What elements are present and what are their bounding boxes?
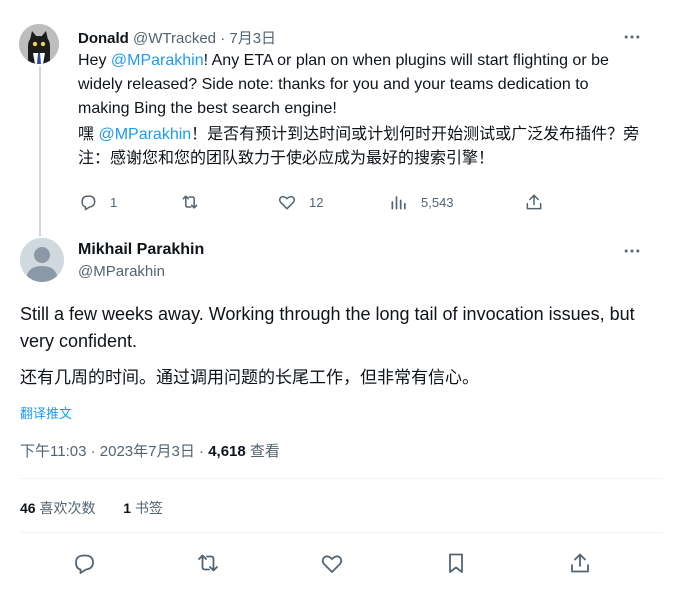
views-count: 5,543 (421, 194, 454, 210)
retweet-icon (182, 195, 198, 209)
bookmarks-stat-count: 1 (123, 500, 132, 516)
likes-stat-count: 46 (20, 500, 36, 516)
tweet-meta: 下午11:03 · 2023年7月3日 · 4,618 查看 (20, 443, 280, 460)
views-count: 4,618 (208, 443, 246, 460)
like-count: 12 (309, 194, 324, 210)
main-author-handle[interactable]: @MParakhin (78, 263, 165, 280)
reply-text-en: Hey @MParakhin! Any ETA or plan on when … (78, 49, 643, 121)
share-button[interactable] (524, 192, 544, 212)
reply-mention[interactable]: @MParakhin (111, 52, 204, 69)
main-author-name[interactable]: Mikhail Parakhin (78, 241, 204, 259)
cat-avatar-icon (19, 24, 59, 64)
views-chart-icon (391, 196, 406, 210)
reply-text-cn: 嘿 @MParakhin！是否有预计到达时间或计划何时开始测试或广泛发布插件？旁… (78, 123, 643, 171)
views-button[interactable]: 5,543 (389, 192, 454, 212)
tweet-stats: 46 喜欢次数 1 书签 (20, 498, 163, 518)
reply-button[interactable]: 1 (78, 192, 117, 212)
header-separator: · (216, 30, 230, 47)
like-button[interactable]: 12 (277, 192, 323, 212)
more-dots-icon[interactable] (622, 241, 642, 261)
bookmark-icon[interactable] (444, 551, 468, 575)
reply-header: Donald @WTracked · 7月3日 (78, 27, 276, 48)
bookmarks-stat[interactable]: 1 书签 (123, 500, 163, 516)
reply-date[interactable]: 7月3日 (229, 30, 276, 47)
retweet-button[interactable] (180, 192, 212, 212)
reply-text-prefix: Hey (78, 52, 111, 69)
default-user-icon (20, 238, 64, 282)
avatar[interactable] (20, 238, 64, 282)
divider (20, 478, 663, 479)
translate-tweet-link[interactable]: 翻译推文 (20, 403, 72, 422)
reply-icon[interactable] (72, 551, 96, 575)
divider (20, 532, 663, 533)
reply-mention-cn[interactable]: @MParakhin (98, 126, 191, 143)
avatar[interactable] (19, 24, 59, 64)
main-text-en: Still a few weeks away. Working through … (20, 304, 635, 351)
heart-icon (278, 195, 296, 210)
thread-connector-line (39, 66, 41, 236)
views-label: 查看 (249, 443, 280, 460)
reply-text-cn-prefix: 嘿 (78, 126, 99, 143)
bookmarks-stat-label: 书签 (134, 500, 163, 516)
reply-author-handle[interactable]: @WTracked (133, 30, 216, 47)
reply-author-name[interactable]: Donald (78, 30, 129, 47)
more-dots-icon[interactable] (622, 27, 642, 47)
main-text-cn: 还有几周的时间。通过调用问题的长尾工作，但非常有信心。 (20, 368, 479, 387)
likes-stat-label: 喜欢次数 (39, 500, 96, 516)
tweet-date[interactable]: 2023年7月3日 (100, 443, 195, 460)
share-icon (526, 194, 542, 210)
tweet-time[interactable]: 下午11:03 (20, 443, 86, 460)
likes-stat[interactable]: 46 喜欢次数 (20, 500, 95, 516)
heart-icon[interactable] (320, 551, 344, 575)
share-icon[interactable] (568, 551, 592, 575)
retweet-icon[interactable] (196, 551, 220, 575)
reply-icon (81, 195, 96, 211)
reply-count: 1 (110, 194, 118, 210)
